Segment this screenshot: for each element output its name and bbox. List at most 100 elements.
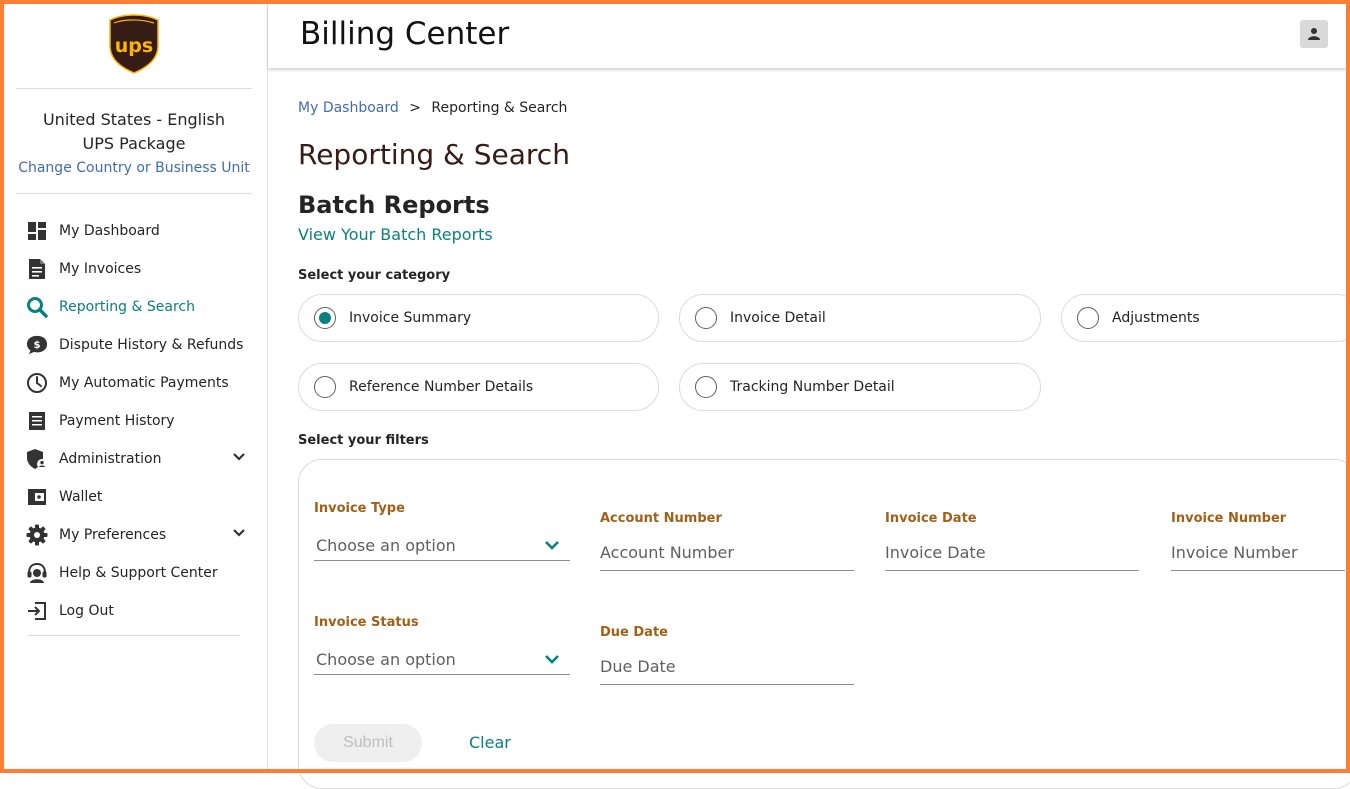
account-number-field: Account Number [600,511,856,571]
sidebar-divider [16,193,252,194]
field-label: Invoice Status [314,615,419,630]
invoice-number-input[interactable] [1171,538,1345,571]
chevron-down-icon [545,655,559,664]
user-icon [1308,28,1320,40]
ups-logo[interactable]: ups [108,14,160,74]
dollar-bubble-icon: $ [26,334,48,356]
category-invoice-detail[interactable]: Invoice Detail [679,294,1041,342]
breadcrumb-home-link[interactable]: My Dashboard [298,100,399,116]
sidebar-item-label: Reporting & Search [59,299,195,315]
category-label-text: Invoice Summary [349,310,472,326]
invoice-number-field: Invoice Number [1171,511,1347,571]
sidebar-item-label: Wallet [59,489,103,505]
sidebar-item-label: Help & Support Center [59,565,218,581]
sidebar-divider [28,635,240,636]
category-tracking-number-detail[interactable]: Tracking Number Detail [679,363,1041,411]
breadcrumb-current: Reporting & Search [431,100,568,116]
locale-info: United States - English UPS Package Chan… [4,108,264,180]
sidebar-item-payment-history[interactable]: Payment History [26,402,246,440]
sidebar-item-help-support[interactable]: Help & Support Center [26,554,246,592]
dashboard-icon [26,220,48,242]
top-header: Billing Center [268,4,1346,68]
category-invoice-summary[interactable]: Invoice Summary [298,294,659,342]
chevron-down-icon [545,541,559,550]
business-unit: UPS Package [82,134,186,153]
category-adjustments[interactable]: Adjustments [1061,294,1350,342]
sidebar-item-label: My Automatic Payments [59,375,229,391]
submit-button[interactable]: Submit [314,724,422,762]
wallet-icon [26,486,48,508]
invoice-status-field: Invoice Status Choose an option [314,615,570,675]
document-icon [26,258,48,280]
sidebar-item-label: My Preferences [59,527,167,543]
main-content: My Dashboard > Reporting & Search Report… [298,100,1348,244]
field-label: Due Date [600,625,668,640]
receipt-icon [26,410,48,432]
sidebar-item-my-dashboard[interactable]: My Dashboard [26,212,246,250]
sidebar-item-my-preferences[interactable]: My Preferences [26,516,246,554]
sidebar-item-reporting-search[interactable]: Reporting & Search [26,288,246,326]
radio-button[interactable] [695,376,717,398]
view-batch-reports-link[interactable]: View Your Batch Reports [298,225,1348,244]
sidebar-item-automatic-payments[interactable]: My Automatic Payments [26,364,246,402]
radio-button[interactable] [314,307,336,329]
sidebar-item-my-invoices[interactable]: My Invoices [26,250,246,288]
svg-text:ups: ups [115,35,153,57]
invoice-type-select[interactable]: Choose an option [314,530,570,561]
field-label: Invoice Date [885,511,977,526]
logout-icon [26,600,48,622]
select-placeholder: Choose an option [316,535,456,555]
change-country-link[interactable]: Change Country or Business Unit [4,156,264,180]
sidebar-item-administration[interactable]: Administration [26,440,246,478]
search-icon [26,296,48,318]
sidebar-divider [16,88,252,89]
field-label: Invoice Number [1171,511,1287,526]
chevron-down-icon[interactable] [232,526,246,542]
radio-button[interactable] [314,376,336,398]
page-title: Reporting & Search [298,138,570,171]
category-label-text: Reference Number Details [349,379,534,395]
sidebar-item-label: Dispute History & Refunds [59,337,244,353]
sidebar-item-label: Log Out [59,603,114,619]
invoice-status-select[interactable]: Choose an option [314,644,570,675]
clock-icon [26,372,48,394]
sidebar-item-label: Payment History [59,413,175,429]
sidebar-item-label: Administration [59,451,162,467]
user-menu-button[interactable] [1300,20,1328,48]
due-date-field: Due Date [600,625,856,685]
account-number-input[interactable] [600,538,854,571]
select-placeholder: Choose an option [316,649,456,669]
breadcrumb: My Dashboard > Reporting & Search [298,100,1348,120]
headset-icon [26,562,48,584]
sidebar-item-wallet[interactable]: Wallet [26,478,246,516]
category-label-text: Invoice Detail [730,310,826,326]
radio-button[interactable] [1077,307,1099,329]
shield-user-icon [26,448,48,470]
svg-text:$: $ [33,340,40,351]
invoice-date-field: Invoice Date [885,511,1141,571]
due-date-input[interactable] [600,652,854,685]
sidebar-item-log-out[interactable]: Log Out [26,592,246,630]
field-label: Account Number [600,511,722,526]
chevron-down-icon[interactable] [232,450,246,466]
country-language: United States - English [42,110,226,129]
clear-button[interactable]: Clear [469,733,511,752]
category-reference-number-details[interactable]: Reference Number Details [298,363,659,411]
gear-icon [26,524,48,546]
filters-label: Select your filters [298,433,429,448]
radio-selected-dot [319,312,331,324]
sidebar-nav: My Dashboard My Invoices Reporting & Sea… [26,212,246,630]
field-label: Invoice Type [314,501,405,516]
batch-reports-heading: Batch Reports [298,191,490,219]
invoice-type-field: Invoice Type Choose an option [314,501,570,561]
radio-button[interactable] [695,307,717,329]
category-label: Select your category [298,268,451,283]
invoice-date-input[interactable] [885,538,1139,571]
sidebar-item-label: My Dashboard [59,223,160,239]
sidebar-item-dispute-history[interactable]: $ Dispute History & Refunds [26,326,246,364]
sidebar-item-label: My Invoices [59,261,142,277]
breadcrumb-separator: > [409,100,421,116]
app-title: Billing Center [300,16,510,52]
category-label-text: Adjustments [1112,310,1200,326]
category-label-text: Tracking Number Detail [730,379,895,395]
